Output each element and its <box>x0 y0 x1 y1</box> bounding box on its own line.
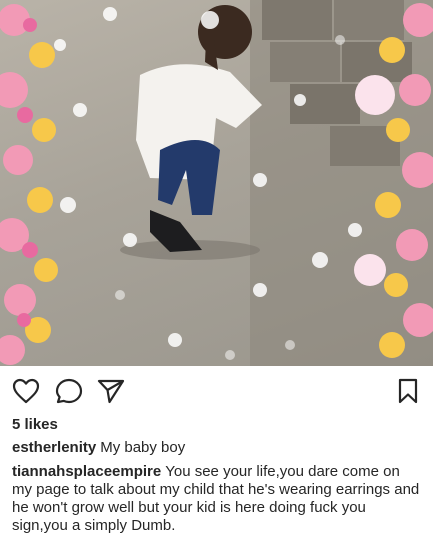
comment-username[interactable]: tiannahsplaceempire <box>12 463 161 480</box>
bookmark-icon[interactable] <box>397 378 419 404</box>
comment-item: tiannahsplaceempire You see your life,you… <box>12 463 422 535</box>
photo-illustration <box>0 0 433 366</box>
post-caption: estherlenity My baby boy <box>12 439 422 457</box>
post-photo[interactable] <box>0 0 433 366</box>
heart-icon[interactable] <box>12 378 40 404</box>
caption-username[interactable]: estherlenity <box>12 439 96 456</box>
caption-text: My baby boy <box>100 439 186 456</box>
paper-plane-icon[interactable] <box>97 378 125 404</box>
comment-bubble-icon[interactable] <box>55 378 83 404</box>
post-action-bar <box>0 366 433 416</box>
likes-count[interactable]: 5 likes <box>12 416 58 433</box>
